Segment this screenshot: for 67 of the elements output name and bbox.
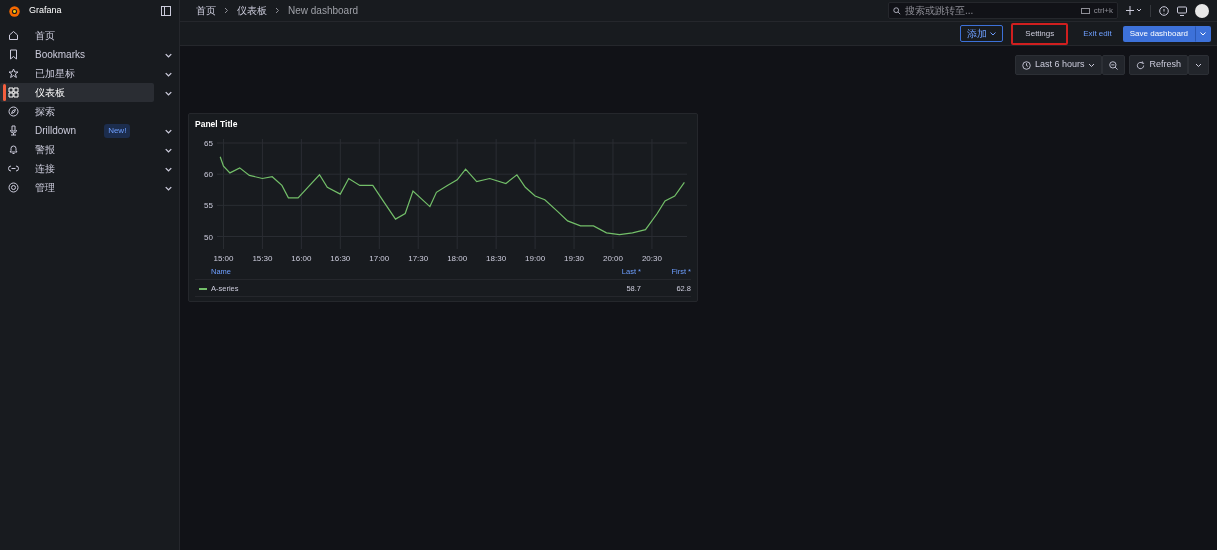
x-axis-label: 16:00 [291,253,312,263]
x-axis-label: 18:00 [447,253,468,263]
y-axis-label: 50 [204,232,213,242]
sidebar-item[interactable]: Drilldown New! [0,121,154,140]
keyboard-icon [1080,7,1090,14]
help-icon[interactable] [1159,5,1169,16]
shortcut-hint: ctrl+k [1093,4,1113,17]
time-range-picker[interactable]: Last 6 hours [1014,55,1103,75]
zoom-out-icon [1109,60,1119,70]
refresh-button[interactable]: Refresh [1129,55,1188,75]
x-axis-label: 18:30 [486,253,507,263]
sidebar-item[interactable]: 已加星标 [0,64,154,83]
breadcrumb-link[interactable]: 仪表板 [237,3,267,18]
dock-icon[interactable] [161,6,171,16]
x-axis-label: 15:00 [213,253,234,263]
y-axis-label: 60 [204,169,213,179]
x-axis-label: 15:30 [252,253,273,263]
gear-icon [8,182,19,193]
monitor-icon[interactable] [1177,5,1187,16]
save-dashboard-button[interactable]: Save dashboard [1122,25,1195,42]
breadcrumb-link[interactable]: 首页 [196,3,216,18]
exit-edit-button[interactable]: Exit edit [1076,25,1119,42]
sidebar-item[interactable]: 探索 [0,102,154,121]
search-icon [893,6,901,15]
clock-icon [1021,60,1031,70]
logo-icon [8,4,21,18]
home-icon [8,30,19,41]
bookmark-icon [8,49,19,60]
add-button[interactable]: 添加 [960,25,1004,42]
x-axis-label: 17:00 [369,253,390,263]
zoom-out-button[interactable] [1102,55,1126,75]
new-badge: New! [104,123,131,138]
chevron-icon [275,7,280,14]
brand-name: Grafana [29,4,62,18]
bell-icon [8,144,19,155]
link-icon [8,163,19,174]
search-field[interactable]: 搜索或跳转至... [905,3,1077,18]
y-axis-label: 65 [204,138,213,148]
caret-icon [1195,62,1202,68]
save-options-button[interactable] [1195,25,1211,42]
x-axis-label: 19:30 [564,253,585,263]
avatar-icon[interactable] [1195,3,1209,18]
caret-icon [1088,62,1096,68]
sidebar-item[interactable]: 连接 [0,159,154,178]
sidebar-item[interactable]: 警报 [0,140,154,159]
sidebar-item[interactable]: 管理 [0,178,154,197]
x-axis-label: 16:30 [330,253,351,263]
chevron-icon [224,7,229,14]
sidebar-item[interactable]: Bookmarks [0,45,154,64]
sidebar-item[interactable]: 首页 [0,26,154,45]
caret-icon [1200,31,1206,36]
settings-button[interactable]: Settings [1011,22,1069,45]
x-axis-label: 20:30 [641,253,662,263]
refresh-icon [1136,60,1146,70]
y-axis-label: 55 [204,201,213,211]
plus-icon[interactable] [1126,6,1142,15]
x-axis-label: 19:00 [525,253,546,263]
panel-title: Panel Title [195,118,239,131]
star-icon [8,68,19,79]
microphone-icon [8,125,19,136]
caret-icon [990,31,997,36]
grid-icon [8,87,19,98]
x-axis-label: 20:00 [602,253,623,263]
breadcrumb-link[interactable]: New dashboard [288,3,359,18]
compass-icon [8,106,19,117]
search-bar[interactable]: 搜索或跳转至... ctrl+k [888,2,1118,19]
x-axis-label: 17:30 [408,253,429,263]
